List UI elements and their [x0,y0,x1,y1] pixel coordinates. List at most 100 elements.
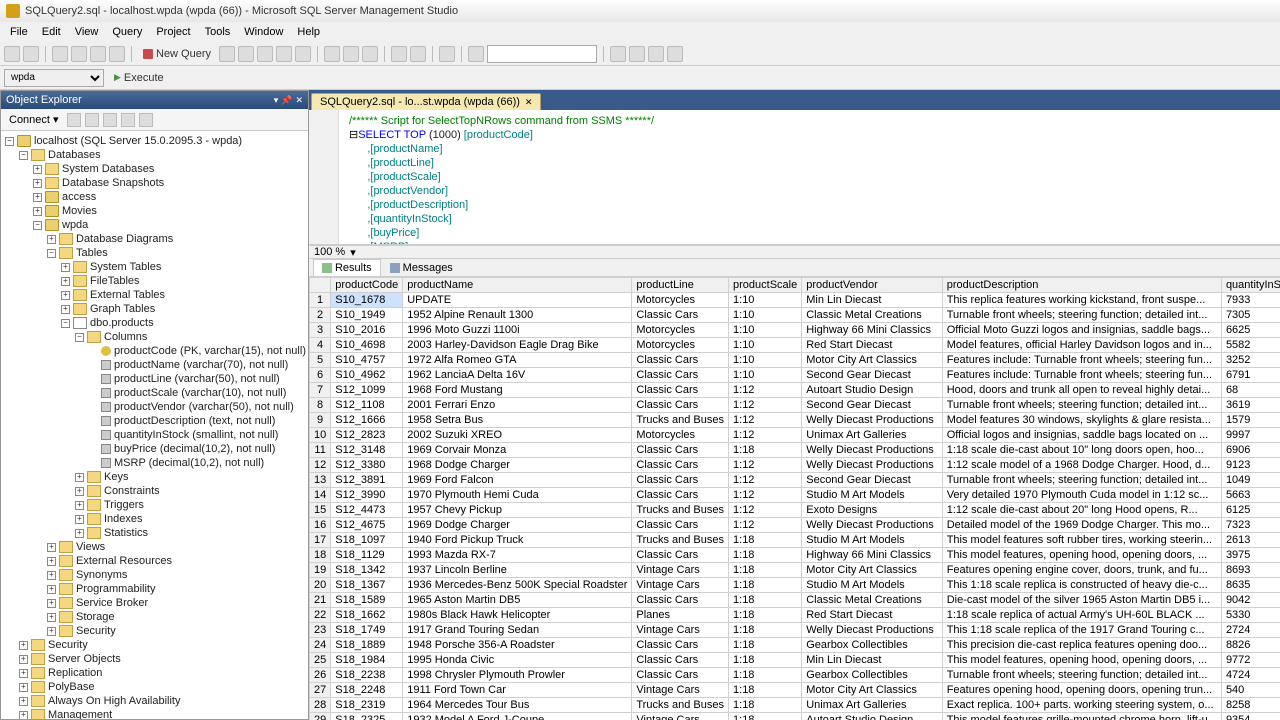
cell[interactable]: S12_1666 [331,413,403,428]
cell[interactable]: Planes [632,608,729,623]
table-row[interactable]: 9S12_16661958 Setra BusTrucks and Buses1… [309,413,1280,428]
cell[interactable]: Classic Cars [632,353,729,368]
cell[interactable]: 11 [309,443,330,458]
cell[interactable]: 7 [309,383,330,398]
cell[interactable]: S12_3990 [331,488,403,503]
cell[interactable]: 1:18 [729,668,802,683]
cell[interactable]: 6625 [1221,323,1280,338]
open-icon[interactable] [23,46,39,62]
cell[interactable]: 1:12 [729,458,802,473]
cell[interactable]: Second Gear Diecast [802,368,942,383]
table-row[interactable]: 7S12_10991968 Ford MustangClassic Cars1:… [309,383,1280,398]
column-item[interactable]: buyPrice (decimal(10,2), not null) [89,442,306,456]
cell[interactable]: Gearbox Collectibles [802,638,942,653]
table-row[interactable]: 26S18_22381998 Chrysler Plymouth Prowler… [309,668,1280,683]
db-icon[interactable] [219,46,235,62]
table-row[interactable]: 18S18_11291993 Mazda RX-7Classic Cars1:1… [309,548,1280,563]
cell[interactable]: 1:18 [729,638,802,653]
cell[interactable]: Welly Diecast Productions [802,518,942,533]
cell[interactable]: Classic Cars [632,473,729,488]
cell[interactable]: 1:12 [729,518,802,533]
cell[interactable]: Classic Cars [632,368,729,383]
cell[interactable]: Classic Cars [632,488,729,503]
table-row[interactable]: 21S18_15891965 Aston Martin DB5Classic C… [309,593,1280,608]
cell[interactable]: S18_1984 [331,653,403,668]
cell[interactable]: 1:18 [729,698,802,713]
cell[interactable]: 1:10 [729,323,802,338]
cell[interactable]: Unimax Art Galleries [802,428,942,443]
menu-window[interactable]: Window [238,24,289,40]
cell[interactable]: Studio M Art Models [802,533,942,548]
cell[interactable]: 4724 [1221,668,1280,683]
cell[interactable]: 16 [309,518,330,533]
tool-d-icon[interactable] [667,46,683,62]
cell[interactable]: S10_4757 [331,353,403,368]
cell[interactable]: 15 [309,503,330,518]
cell[interactable]: Classic Cars [632,443,729,458]
cell[interactable]: Trucks and Buses [632,533,729,548]
cell[interactable]: S18_1662 [331,608,403,623]
cell[interactable]: This model features soft rubber tires, w… [942,533,1221,548]
cell[interactable]: 9123 [1221,458,1280,473]
cell[interactable]: 1:12 [729,413,802,428]
table-row[interactable]: 27S18_22481911 Ford Town CarVintage Cars… [309,683,1280,698]
cell[interactable]: Official logos and insignias, saddle bag… [942,428,1221,443]
cell[interactable]: Welly Diecast Productions [802,413,942,428]
cell[interactable]: 9042 [1221,593,1280,608]
cell[interactable]: Turnable front wheels; steering function… [942,308,1221,323]
col-header[interactable]: productScale [729,278,802,293]
sql-editor[interactable]: /****** Script for SelectTopNRows comman… [309,110,1280,245]
cell[interactable]: 6125 [1221,503,1280,518]
col-header[interactable]: productVendor [802,278,942,293]
cell[interactable]: Vintage Cars [632,683,729,698]
cell[interactable]: 7323 [1221,518,1280,533]
cell[interactable]: S18_1749 [331,623,403,638]
cell[interactable]: S10_1949 [331,308,403,323]
cell[interactable]: 1972 Alfa Romeo GTA [403,353,632,368]
cell[interactable]: Classic Metal Creations [802,593,942,608]
cell[interactable]: 7933 [1221,293,1280,308]
column-item[interactable]: productCode (PK, varchar(15), not null) [89,344,306,358]
cell[interactable]: 6906 [1221,443,1280,458]
execute-button[interactable]: Execute [107,69,171,87]
cell[interactable]: 3 [309,323,330,338]
cell[interactable]: 5 [309,353,330,368]
cell[interactable]: 540 [1221,683,1280,698]
cell[interactable]: Studio M Art Models [802,578,942,593]
table-row[interactable]: 11S12_31481969 Corvair MonzaClassic Cars… [309,443,1280,458]
cell[interactable]: 1911 Ford Town Car [403,683,632,698]
undo-icon[interactable] [391,46,407,62]
table-row[interactable]: 28S18_23191964 Mercedes Tour BusTrucks a… [309,698,1280,713]
close-tab-icon[interactable]: ✕ [525,97,533,108]
cell[interactable]: 1:10 [729,308,802,323]
cell[interactable]: Hood, doors and trunk all open to reveal… [942,383,1221,398]
ps-icon[interactable] [139,113,153,127]
copy-icon[interactable] [343,46,359,62]
cell[interactable]: 1932 Model A Ford J-Coupe [403,713,632,720]
col-header[interactable]: quantityInStock [1221,278,1280,293]
cell[interactable]: Highway 66 Mini Classics [802,548,942,563]
cell[interactable]: 9 [309,413,330,428]
cell[interactable]: Second Gear Diecast [802,473,942,488]
cell[interactable]: 24 [309,638,330,653]
cell[interactable]: S12_4675 [331,518,403,533]
cell[interactable]: 18 [309,548,330,563]
cell[interactable]: Trucks and Buses [632,698,729,713]
cell[interactable]: Very detailed 1970 Plymouth Cuda model i… [942,488,1221,503]
cell[interactable]: Motorcycles [632,323,729,338]
cell[interactable]: 1:10 [729,338,802,353]
cell[interactable]: 1049 [1221,473,1280,488]
cell[interactable]: 1962 LanciaA Delta 16V [403,368,632,383]
cell[interactable]: Official Moto Guzzi logos and insignias,… [942,323,1221,338]
menu-file[interactable]: File [4,24,34,40]
cell[interactable]: Model features 30 windows, skylights & g… [942,413,1221,428]
cell[interactable]: 1:10 [729,353,802,368]
cell[interactable]: Exact replica. 100+ parts. working steer… [942,698,1221,713]
object-tree[interactable]: −localhost (SQL Server 15.0.2095.3 - wpd… [1,131,308,719]
menu-query[interactable]: Query [106,24,148,40]
column-item[interactable]: productDescription (text, not null) [89,414,306,428]
cell[interactable]: Exoto Designs [802,503,942,518]
cell[interactable]: Classic Cars [632,398,729,413]
cell[interactable]: 9772 [1221,653,1280,668]
cell[interactable]: Classic Metal Creations [802,308,942,323]
